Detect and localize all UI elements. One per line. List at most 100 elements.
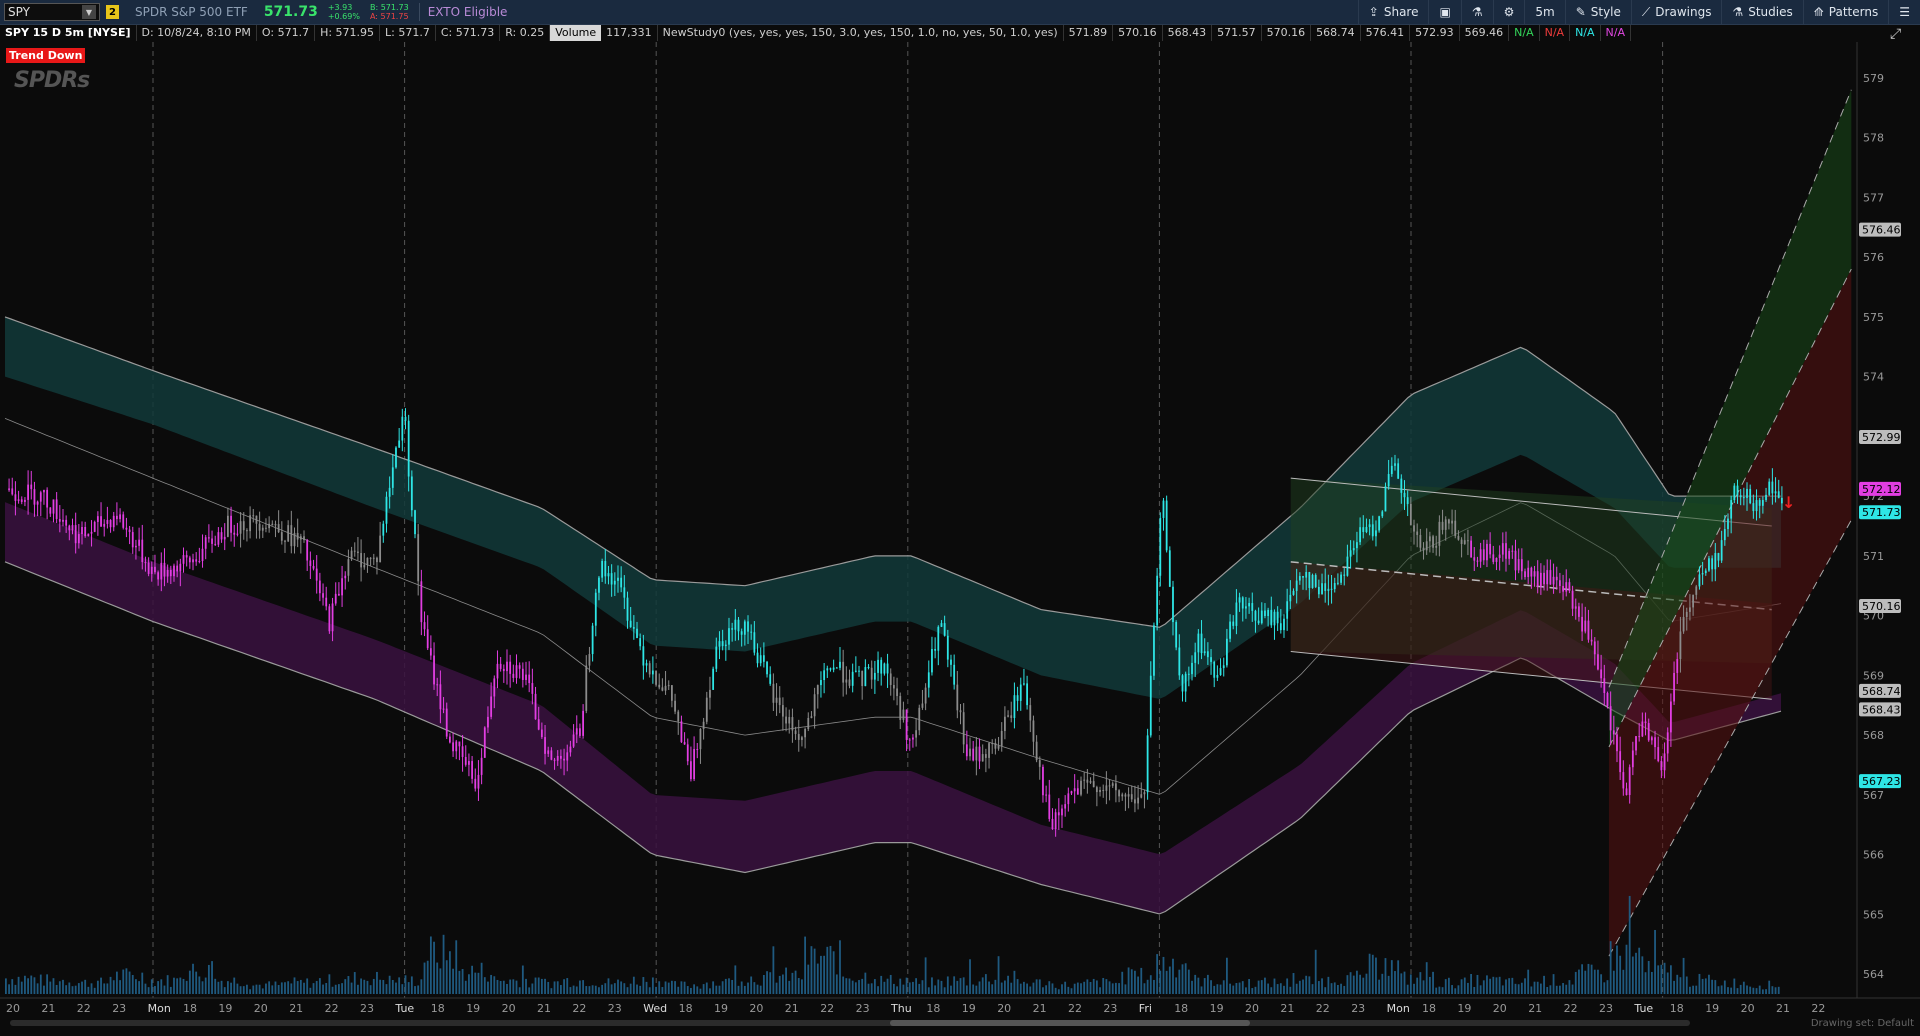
volume-bar bbox=[5, 978, 7, 994]
volume-bar bbox=[1742, 981, 1745, 994]
candle-body bbox=[357, 551, 359, 554]
volume-bar bbox=[1226, 957, 1228, 994]
candle-body bbox=[1245, 606, 1247, 609]
volume-bar bbox=[125, 968, 128, 994]
scroll-track[interactable] bbox=[10, 1020, 1690, 1026]
study-value: 569.46 bbox=[1460, 25, 1510, 41]
volume-bar bbox=[1689, 986, 1691, 994]
volume-bar bbox=[1486, 975, 1488, 994]
volume-bar bbox=[1219, 984, 1222, 994]
volume-bar bbox=[899, 978, 902, 994]
volume-bar bbox=[756, 984, 759, 994]
time-scrollbar[interactable] bbox=[0, 1018, 1920, 1036]
time-tick-label: 18 bbox=[926, 1002, 940, 1015]
volume-bar bbox=[20, 981, 23, 994]
volume-bar bbox=[1695, 985, 1698, 994]
volume-bar bbox=[280, 982, 283, 994]
candle-body bbox=[1587, 620, 1590, 640]
volume-bar bbox=[826, 946, 829, 994]
volume-bar bbox=[1597, 969, 1599, 994]
candle-body bbox=[1346, 556, 1349, 576]
volume-bar bbox=[1428, 976, 1431, 994]
timeframe-button[interactable]: 5m bbox=[1524, 0, 1564, 24]
study-value: 570.16 bbox=[1262, 25, 1312, 41]
volume-bar bbox=[1238, 982, 1241, 994]
candle-body bbox=[1460, 539, 1463, 544]
volume-bar bbox=[1076, 982, 1079, 994]
flask-button[interactable]: ⚗ bbox=[1460, 0, 1493, 24]
volume-bar bbox=[261, 988, 264, 994]
volume-bar bbox=[395, 982, 397, 994]
volume-bar bbox=[766, 971, 768, 994]
volume-bar bbox=[436, 962, 439, 994]
volume-bar bbox=[1584, 970, 1587, 994]
bar-close: C: 571.73 bbox=[436, 25, 501, 41]
candle-body bbox=[854, 670, 857, 672]
volume-bar bbox=[1467, 982, 1469, 994]
candle-body bbox=[1321, 583, 1323, 595]
volume-bar bbox=[65, 985, 68, 994]
candle-body bbox=[290, 525, 293, 547]
candle-body bbox=[880, 659, 883, 674]
volume-bar bbox=[1337, 985, 1339, 994]
link-badge[interactable]: 2 bbox=[106, 5, 119, 19]
candle-body bbox=[141, 539, 144, 563]
volume-bar bbox=[1546, 986, 1549, 994]
patterns-icon: ⟰ bbox=[1813, 5, 1824, 19]
price-chart[interactable]: 5645655665675685695705715725735745755765… bbox=[0, 42, 1920, 1018]
study-label[interactable]: NewStudy0 (yes, yes, yes, 150, 3.0, yes,… bbox=[658, 25, 1064, 41]
candle-body bbox=[483, 727, 486, 758]
change-pct: +0.69% bbox=[327, 12, 360, 21]
time-tick-label: 21 bbox=[1033, 1002, 1047, 1015]
time-tick-label: 18 bbox=[1422, 1002, 1436, 1015]
candle-body bbox=[835, 667, 838, 669]
volume-bar bbox=[1279, 983, 1282, 994]
snapshot-button[interactable]: ▣ bbox=[1428, 0, 1460, 24]
studies-button[interactable]: ⚗ Studies bbox=[1721, 0, 1802, 24]
settings-button[interactable]: ⚙ bbox=[1492, 0, 1525, 24]
candle-body bbox=[1203, 651, 1206, 654]
volume-bar bbox=[905, 977, 908, 994]
time-tick-label: 21 bbox=[1280, 1002, 1294, 1015]
candle-body bbox=[96, 516, 99, 522]
volume-bar bbox=[886, 978, 889, 994]
share-button[interactable]: ⇪ Share bbox=[1357, 0, 1429, 24]
candle-body bbox=[769, 674, 772, 684]
candle-body bbox=[1257, 620, 1260, 624]
candle-body bbox=[858, 670, 860, 672]
drawings-button[interactable]: ⟋ Drawings bbox=[1630, 0, 1722, 24]
volume-bar bbox=[515, 980, 518, 994]
chart-toggle-icon[interactable]: ⤢ bbox=[1890, 26, 1910, 42]
candle-body bbox=[1092, 781, 1095, 788]
volume-bar bbox=[1146, 979, 1149, 994]
volume-value: 117,331 bbox=[601, 25, 658, 41]
scroll-thumb[interactable] bbox=[890, 1020, 1250, 1026]
candle-body bbox=[1118, 790, 1120, 797]
volume-bar bbox=[258, 984, 261, 994]
volume-bar bbox=[1203, 978, 1206, 994]
volume-bar bbox=[575, 986, 578, 994]
volume-bar bbox=[1057, 989, 1060, 994]
candle-body bbox=[645, 663, 648, 666]
volume-bar bbox=[946, 976, 949, 994]
time-tick-label: 20 bbox=[1741, 1002, 1755, 1015]
time-tick-label: 22 bbox=[1811, 1002, 1825, 1015]
volume-bar bbox=[1121, 971, 1124, 994]
candle-body bbox=[893, 685, 895, 689]
volume-bar bbox=[1124, 984, 1127, 994]
symbol-selector[interactable]: SPY ▼ bbox=[4, 3, 100, 21]
candle-body bbox=[1628, 767, 1631, 796]
menu-button[interactable]: ☰ bbox=[1888, 0, 1920, 24]
candle-body bbox=[908, 739, 911, 741]
volume-bar bbox=[74, 985, 77, 994]
candle-body bbox=[55, 499, 58, 519]
chevron-down-icon[interactable]: ▼ bbox=[82, 5, 96, 19]
candle-body bbox=[1530, 567, 1533, 577]
style-button[interactable]: ✎ Style bbox=[1564, 0, 1631, 24]
volume-bar bbox=[598, 987, 600, 994]
patterns-button[interactable]: ⟰ Patterns bbox=[1802, 0, 1889, 24]
volume-label[interactable]: Volume bbox=[550, 25, 602, 41]
candle-body bbox=[728, 628, 730, 645]
volume-bar bbox=[661, 987, 664, 994]
candle-body bbox=[188, 557, 191, 563]
